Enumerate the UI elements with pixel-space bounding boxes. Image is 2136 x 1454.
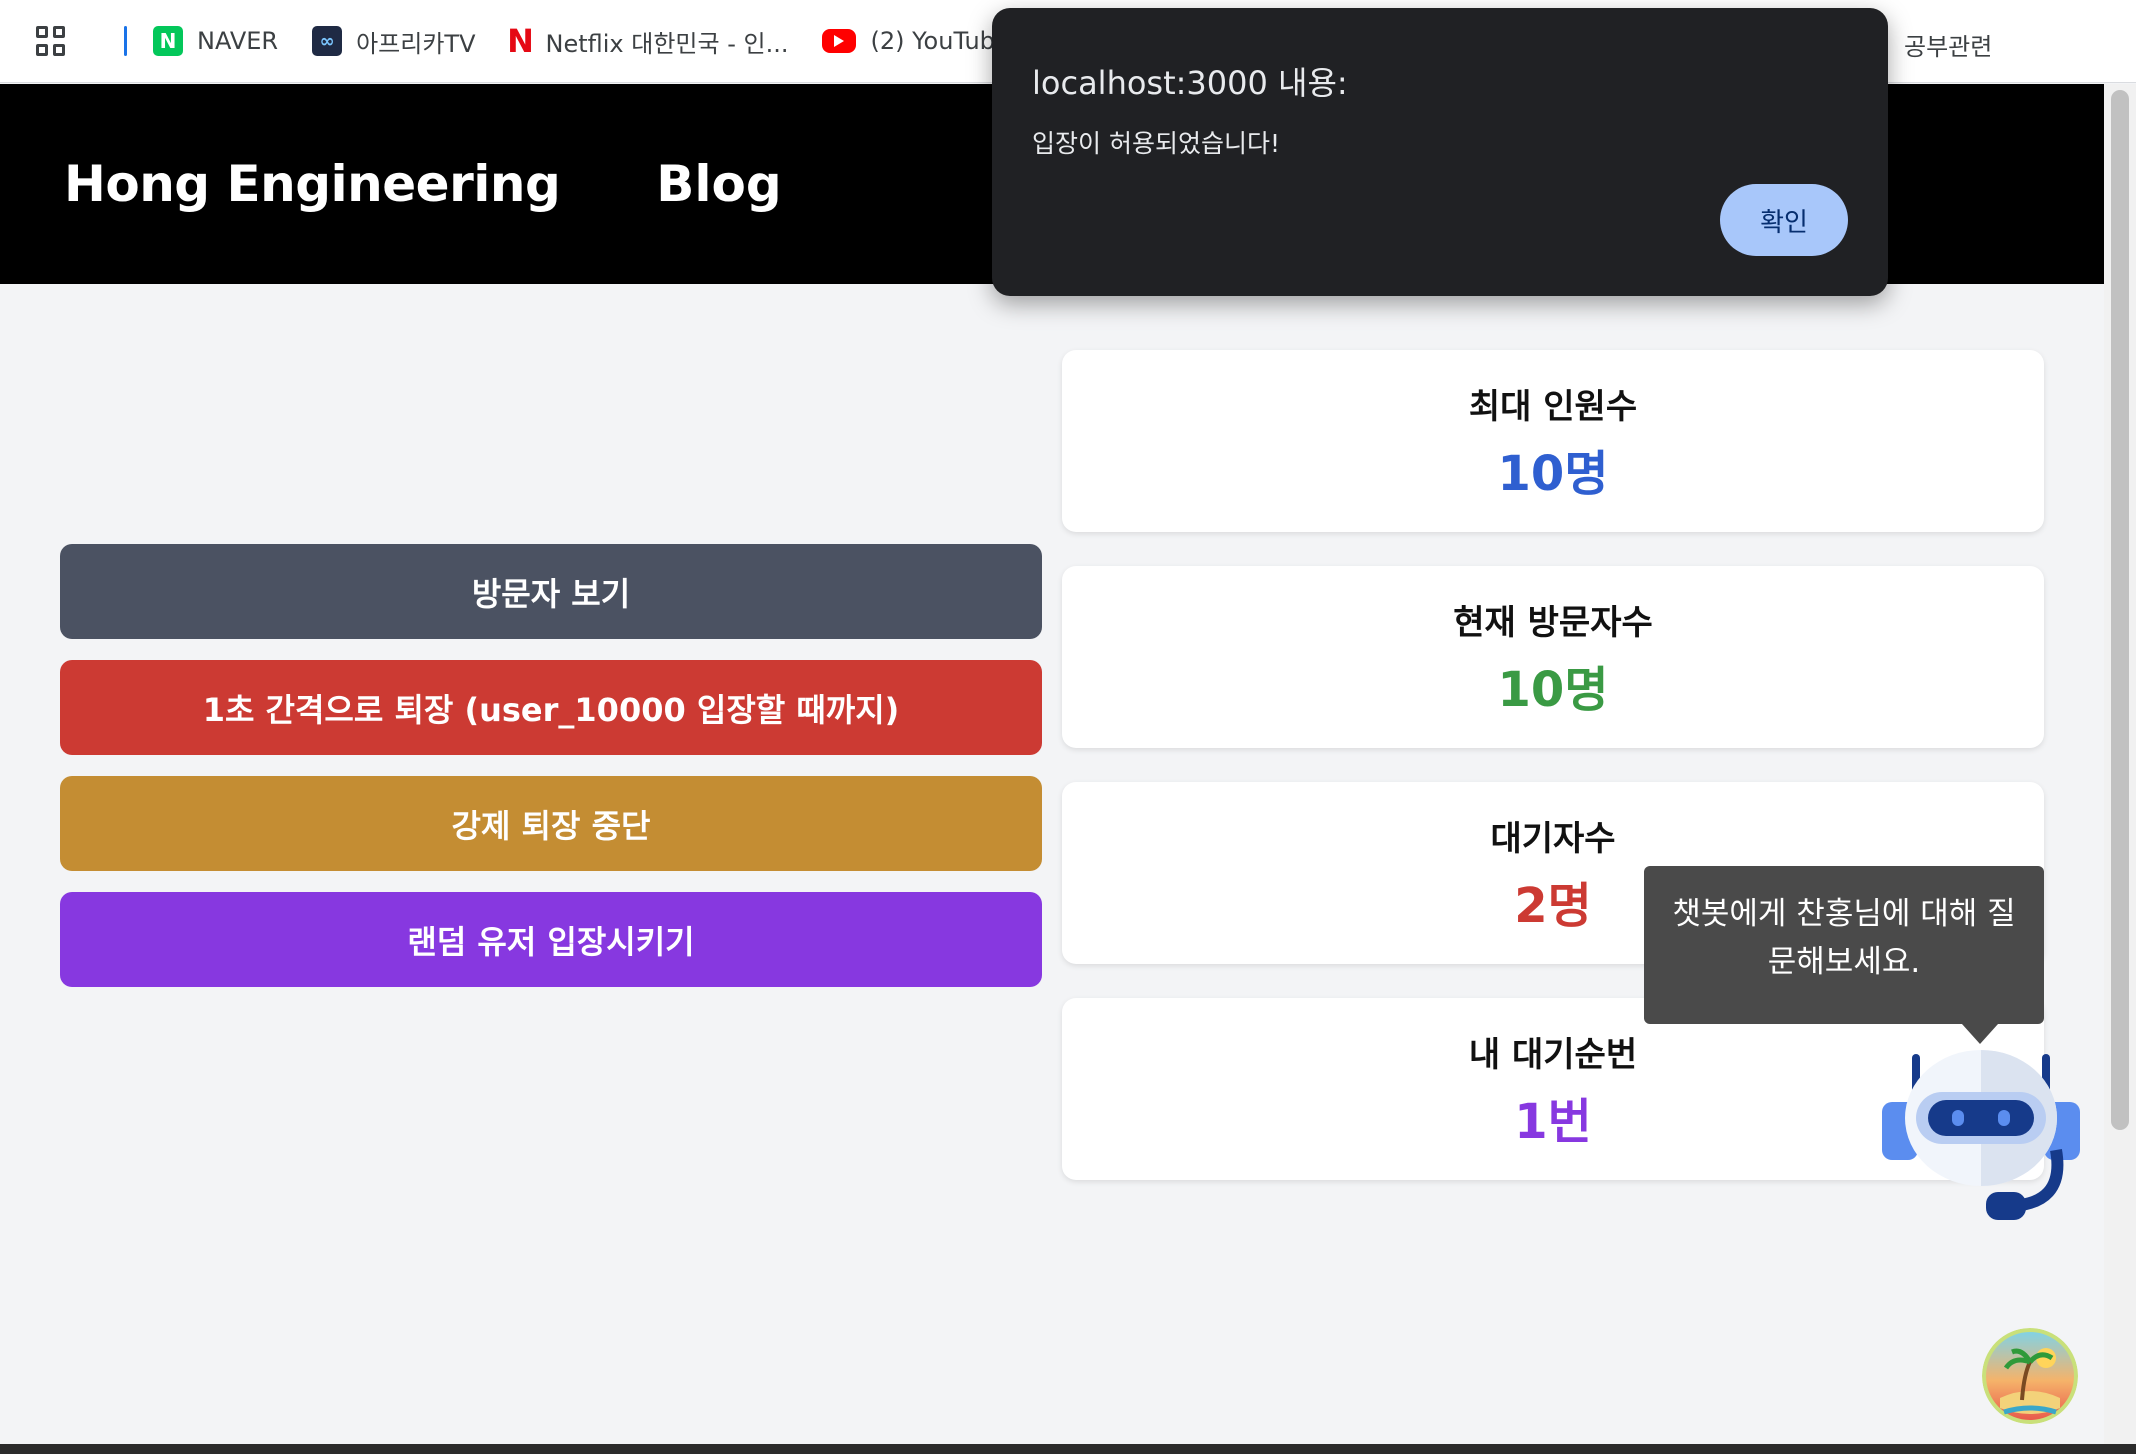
bookmark-label: (2) YouTube: [870, 27, 1010, 55]
card-label: 내 대기순번: [1468, 1034, 1638, 1075]
card-value: 1번: [1514, 1093, 1592, 1150]
card-value: 10명: [1497, 445, 1609, 502]
chatbot-robot-icon[interactable]: [1876, 1046, 2086, 1226]
window-bottom-edge: [0, 1444, 2136, 1454]
netflix-icon: N: [507, 22, 534, 60]
action-panel: 방문자 보기 1초 간격으로 퇴장 (user_10000 입장할 때까지) 강…: [60, 544, 1042, 1008]
card-value: 2명: [1514, 877, 1592, 934]
dialog-title: localhost:3000 내용:: [1032, 64, 1348, 102]
nav-blog-link[interactable]: Blog: [656, 155, 781, 213]
bookmark-label: 아프리카TV: [356, 29, 476, 58]
card-label: 현재 방문자수: [1453, 602, 1653, 643]
random-user-enter-button[interactable]: 랜덤 유저 입장시키기: [60, 892, 1042, 987]
bookmark-netflix[interactable]: N Netflix 대한민국 - 인...: [507, 22, 789, 60]
card-value: 10명: [1497, 661, 1609, 718]
tooltip-line: 챗봇에게 찬홍님에 대해 질: [1672, 896, 2016, 932]
afreecatv-icon: ∞: [312, 26, 343, 56]
apps-grid-icon[interactable]: [36, 26, 66, 56]
brand-link[interactable]: Hong Engineering: [64, 155, 561, 213]
chatbot-tooltip: 챗봇에게 찬홍님에 대해 질 문해보세요.: [1644, 866, 2044, 1044]
scrollbar-thumb[interactable]: [2111, 90, 2129, 1130]
bookmark-naver[interactable]: N NAVER: [153, 26, 278, 56]
bookmark-label: Netflix 대한민국 - 인...: [545, 29, 789, 58]
youtube-icon: [822, 29, 857, 53]
interval-exit-button[interactable]: 1초 간격으로 퇴장 (user_10000 입장할 때까지): [60, 660, 1042, 755]
bookmarks-divider: [124, 26, 127, 56]
stop-force-exit-button[interactable]: 강제 퇴장 중단: [60, 776, 1042, 871]
dialog-message: 입장이 허용되었습니다!: [1032, 129, 1280, 158]
max-capacity-card: 최대 인원수 10명: [1062, 350, 2044, 532]
view-visitors-button[interactable]: 방문자 보기: [60, 544, 1042, 639]
bookmark-label: NAVER: [197, 27, 279, 55]
dialog-ok-button[interactable]: 확인: [1720, 184, 1848, 256]
profile-avatar-icon[interactable]: [1982, 1328, 2078, 1424]
bookmark-study-folder[interactable]: 공부관련: [1904, 27, 1992, 62]
bookmark-youtube[interactable]: (2) YouTube: [822, 27, 1010, 55]
naver-icon: N: [153, 26, 183, 56]
bookmark-afreecatv[interactable]: ∞ 아프리카TV: [312, 24, 476, 59]
card-label: 대기자수: [1490, 818, 1616, 859]
alert-dialog: localhost:3000 내용: 입장이 허용되었습니다! 확인: [992, 8, 1888, 296]
tooltip-line: 문해보세요.: [1767, 944, 1921, 980]
current-visitors-card: 현재 방문자수 10명: [1062, 566, 2044, 748]
card-label: 최대 인원수: [1468, 386, 1638, 427]
